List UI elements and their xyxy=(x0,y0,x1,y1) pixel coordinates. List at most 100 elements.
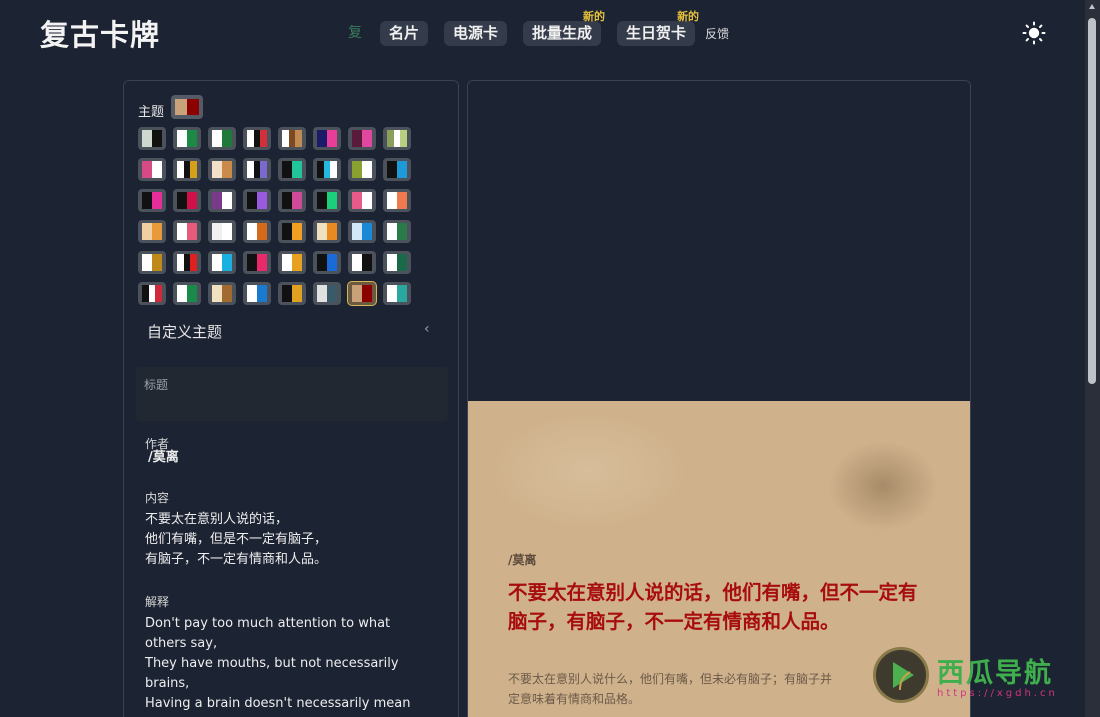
theme-swatch[interactable] xyxy=(348,189,376,212)
swatch-color xyxy=(292,192,302,209)
theme-swatch[interactable] xyxy=(243,127,271,150)
theme-swatch[interactable] xyxy=(208,220,236,243)
theme-swatch[interactable] xyxy=(348,220,376,243)
new-badge: 新的 xyxy=(677,9,700,23)
theme-swatch[interactable] xyxy=(243,282,271,305)
theme-swatch[interactable] xyxy=(313,127,341,150)
author-input[interactable]: /莫离 xyxy=(148,448,179,468)
swatch-color xyxy=(352,254,362,271)
theme-swatch[interactable] xyxy=(138,282,166,305)
theme-swatch[interactable] xyxy=(278,189,306,212)
title-field-label: 标题 xyxy=(144,378,169,392)
current-theme-swatch[interactable] xyxy=(171,95,203,119)
theme-swatch[interactable] xyxy=(313,189,341,212)
theme-swatch[interactable] xyxy=(348,282,376,305)
app-logo-title[interactable]: 复古卡牌 xyxy=(40,12,160,54)
theme-swatch[interactable] xyxy=(278,282,306,305)
nav-tab-business-card[interactable]: 名片 xyxy=(380,20,429,46)
scrollbar-thumb[interactable] xyxy=(1088,18,1096,384)
theme-swatch[interactable] xyxy=(243,158,271,181)
theme-swatch[interactable] xyxy=(138,189,166,212)
swatch-color xyxy=(222,130,232,147)
theme-swatch[interactable] xyxy=(173,251,201,274)
theme-swatch[interactable] xyxy=(278,127,306,150)
swatch-color xyxy=(247,161,254,178)
theme-toggle-button[interactable] xyxy=(1022,21,1046,45)
swatch-color xyxy=(183,254,191,271)
page-scrollbar[interactable] xyxy=(1085,0,1100,717)
theme-swatch[interactable] xyxy=(383,127,411,150)
theme-swatch[interactable] xyxy=(173,127,201,150)
swatch-color xyxy=(317,161,324,178)
swatch-color xyxy=(282,254,292,271)
theme-swatch[interactable] xyxy=(348,251,376,274)
theme-swatch[interactable] xyxy=(243,251,271,274)
theme-swatch[interactable] xyxy=(348,158,376,181)
swatch-color xyxy=(253,130,261,147)
theme-swatch[interactable] xyxy=(383,189,411,212)
chevron-left-icon[interactable]: ‹ xyxy=(424,321,430,337)
theme-swatch[interactable] xyxy=(313,251,341,274)
theme-swatch[interactable] xyxy=(208,158,236,181)
theme-swatch[interactable] xyxy=(208,189,236,212)
theme-swatch[interactable] xyxy=(383,158,411,181)
theme-swatch[interactable] xyxy=(348,127,376,150)
theme-swatch[interactable] xyxy=(278,220,306,243)
card-author: /莫离 xyxy=(508,553,537,567)
explanation-textarea[interactable]: Don't pay too much attention to what oth… xyxy=(145,614,450,714)
nav-tab-home[interactable]: 复 xyxy=(346,21,364,46)
theme-swatch[interactable] xyxy=(138,158,166,181)
swatch-color xyxy=(142,254,152,271)
theme-swatch[interactable] xyxy=(173,189,201,212)
top-bar: 复古卡牌 复 名片 电源卡 批量生成 新的 生日贺卡 新的 反馈 xyxy=(0,0,1085,66)
theme-swatch[interactable] xyxy=(173,158,201,181)
swatch-color xyxy=(317,285,327,302)
swatch-color xyxy=(292,161,302,178)
theme-swatch[interactable] xyxy=(173,220,201,243)
theme-swatch[interactable] xyxy=(138,127,166,150)
theme-swatch[interactable] xyxy=(208,127,236,150)
custom-theme-toggle[interactable]: 自定义主题 xyxy=(147,321,222,342)
theme-swatch[interactable] xyxy=(208,251,236,274)
feedback-link[interactable]: 反馈 xyxy=(705,25,729,42)
theme-swatch[interactable] xyxy=(138,220,166,243)
swatch-color xyxy=(260,161,268,178)
nav-tab-label: 批量生成 xyxy=(532,23,593,42)
theme-swatch[interactable] xyxy=(313,282,341,305)
swatch-color xyxy=(397,192,407,209)
theme-swatch[interactable] xyxy=(383,220,411,243)
card-preview-panel: /莫离 不要太在意别人说的话，他们有嘴，但不一定有脑子，有脑子，不一定有情商和人… xyxy=(467,80,971,717)
swatch-color xyxy=(282,285,292,302)
theme-swatch[interactable] xyxy=(173,282,201,305)
nav-tab-power-card[interactable]: 电源卡 xyxy=(444,20,508,46)
content-field-label: 内容 xyxy=(145,491,170,505)
theme-swatch[interactable] xyxy=(313,220,341,243)
swatch-color xyxy=(387,254,397,271)
explanation-line: others say, xyxy=(145,636,218,651)
explanation-line: Having a brain doesn't necessarily mean xyxy=(145,696,411,711)
swatch-color xyxy=(212,130,222,147)
nav-tab-batch-generate[interactable]: 批量生成 新的 xyxy=(523,10,605,46)
swatch-color xyxy=(317,223,327,240)
swatch-color xyxy=(222,254,232,271)
theme-swatch[interactable] xyxy=(278,251,306,274)
swatch-color xyxy=(260,130,268,147)
swatch-color xyxy=(352,223,362,240)
swatch-color xyxy=(387,192,397,209)
swatch-color xyxy=(142,130,152,147)
theme-swatch[interactable] xyxy=(313,158,341,181)
theme-swatch[interactable] xyxy=(138,251,166,274)
theme-swatch[interactable] xyxy=(243,189,271,212)
theme-swatch[interactable] xyxy=(383,251,411,274)
title-input[interactable]: 标题 xyxy=(136,367,448,421)
swatch-color xyxy=(212,192,222,209)
theme-swatch[interactable] xyxy=(383,282,411,305)
scroll-up-arrow-icon[interactable] xyxy=(1089,4,1095,9)
swatch-color xyxy=(183,161,191,178)
theme-swatch[interactable] xyxy=(208,282,236,305)
content-textarea[interactable]: 不要太在意别人说的话， 他们有嘴，但是不一定有脑子， 有脑子，不一定有情商和人品… xyxy=(145,510,445,570)
theme-swatch[interactable] xyxy=(243,220,271,243)
theme-swatch[interactable] xyxy=(278,158,306,181)
nav-tab-birthday-card[interactable]: 生日贺卡 新的 xyxy=(617,10,699,46)
swatch-color xyxy=(330,161,338,178)
